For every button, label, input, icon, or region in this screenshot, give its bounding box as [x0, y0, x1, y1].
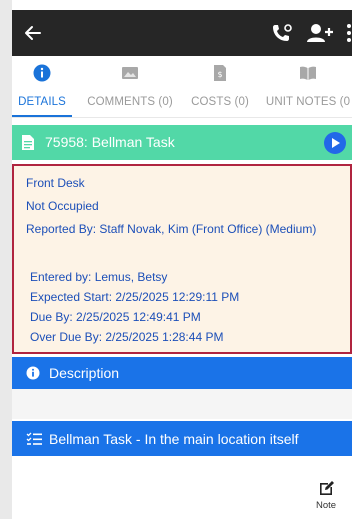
info-icon: [26, 366, 40, 380]
active-tab-indicator: [12, 115, 72, 117]
tab-bar: DETAILS COMMENTS (0) $ COSTS (0) UNIT NO…: [12, 56, 352, 118]
book-icon: [300, 66, 316, 80]
description-header[interactable]: Description: [12, 357, 352, 389]
tab-unit-notes[interactable]: UNIT NOTES (0: [258, 56, 352, 117]
task-header: 75958: Bellman Task: [12, 125, 352, 160]
add-user-icon[interactable]: [306, 22, 334, 44]
bill-icon: $: [214, 65, 226, 81]
screen-edge: [0, 0, 12, 519]
over-due-by-text: Over Due By: 2/25/2025 1:28:44 PM: [30, 330, 224, 344]
tab-label: COSTS (0): [191, 96, 249, 108]
entered-by-text: Entered by: Lemus, Betsy: [30, 270, 168, 284]
tab-label: COMMENTS (0): [87, 96, 173, 108]
task-details-box: Front Desk Not Occupied Reported By: Sta…: [12, 164, 352, 354]
play-button[interactable]: [324, 132, 346, 154]
note-label: Note: [315, 500, 337, 511]
app-bar: [12, 10, 352, 56]
document-icon: [22, 135, 34, 150]
location-text: Front Desk: [26, 176, 85, 190]
note-button[interactable]: Note: [312, 480, 340, 516]
play-icon: [332, 138, 340, 148]
checklist-label: Bellman Task - In the main location itse…: [49, 431, 299, 447]
task-title: 75958: Bellman Task: [45, 134, 175, 150]
phone-icon[interactable]: [270, 22, 294, 44]
tab-label: DETAILS: [18, 96, 66, 108]
tab-details[interactable]: DETAILS: [12, 56, 72, 117]
expected-start-text: Expected Start: 2/25/2025 12:29:11 PM: [30, 290, 240, 304]
image-icon: [122, 67, 138, 79]
edit-note-icon: [320, 481, 334, 495]
more-vertical-icon[interactable]: [346, 22, 352, 44]
reported-by-text: Reported By: Staff Novak, Kim (Front Off…: [26, 222, 317, 236]
svg-text:$: $: [217, 70, 222, 79]
task-detail-screen: DETAILS COMMENTS (0) $ COSTS (0) UNIT NO…: [0, 0, 352, 519]
description-label: Description: [49, 365, 120, 381]
checklist-icon: [26, 432, 42, 445]
due-by-text: Due By: 2/25/2025 12:49:41 PM: [30, 310, 201, 324]
task-checklist-header[interactable]: Bellman Task - In the main location itse…: [12, 421, 352, 456]
occupancy-text: Not Occupied: [26, 199, 99, 213]
arrow-left-icon[interactable]: [22, 22, 44, 44]
tab-costs[interactable]: $ COSTS (0): [184, 56, 256, 117]
info-icon: [33, 64, 51, 82]
tab-label: UNIT NOTES (0: [265, 96, 351, 108]
description-body: [12, 389, 352, 419]
tab-comments[interactable]: COMMENTS (0): [80, 56, 180, 117]
bottom-area: Note: [12, 456, 352, 519]
